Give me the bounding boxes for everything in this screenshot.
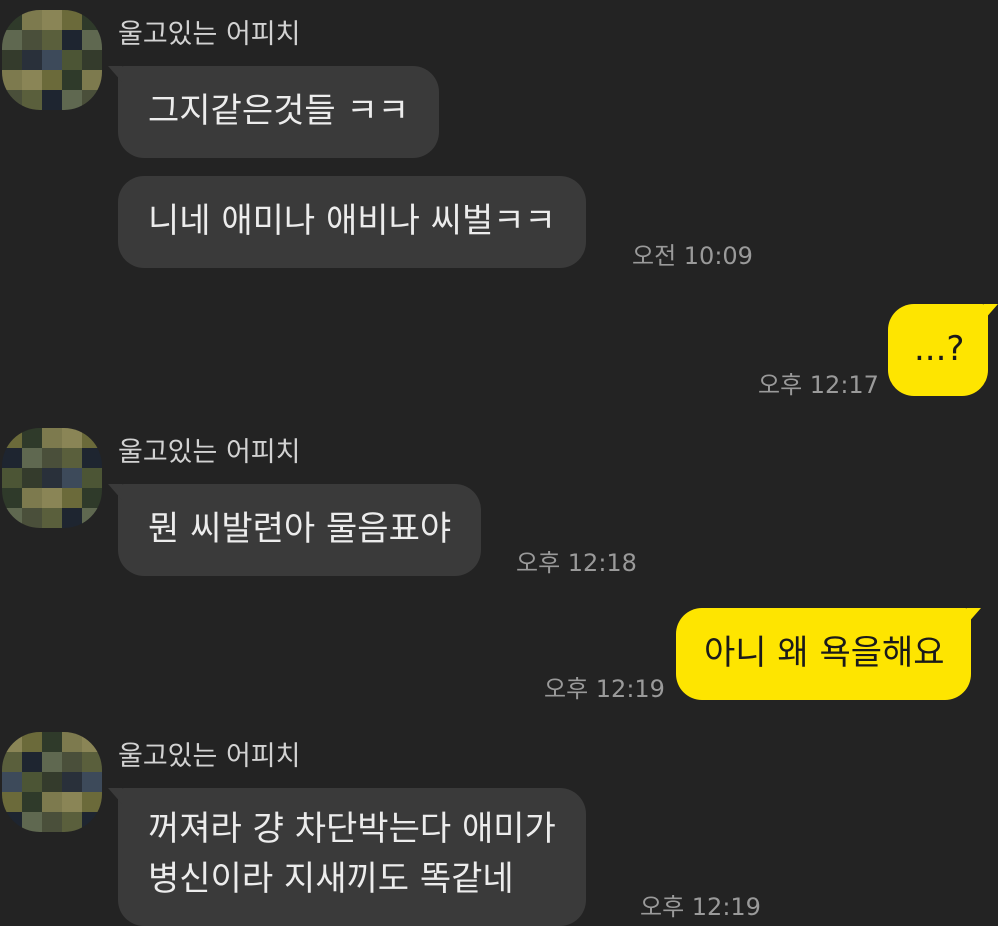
avatar-pixel — [42, 488, 62, 508]
avatar-pixel — [42, 772, 62, 792]
avatar-pixel — [22, 468, 42, 488]
avatar[interactable] — [2, 732, 102, 832]
message-bubble-outgoing[interactable]: 아니 왜 욕을해요 — [676, 608, 981, 700]
message-bubble-incoming[interactable]: 꺼져라 걍 차단박는다 애미가 병신이라 지새끼도 똑같네 — [108, 788, 586, 926]
avatar-pixel — [62, 90, 82, 110]
avatar[interactable] — [2, 10, 102, 110]
avatar-pixel — [2, 508, 22, 528]
avatar-pixel — [2, 732, 22, 752]
avatar-pixel — [82, 508, 102, 528]
avatar-pixel — [42, 70, 62, 90]
avatar-pixel — [42, 468, 62, 488]
avatar-pixel — [82, 10, 102, 30]
message-timestamp: 오후 12:17 — [758, 371, 879, 399]
avatar-pixel — [42, 752, 62, 772]
avatar-pixel — [62, 488, 82, 508]
avatar-pixel — [82, 732, 102, 752]
avatar-pixel — [42, 50, 62, 70]
avatar-pixel — [62, 752, 82, 772]
avatar-pixel — [2, 468, 22, 488]
avatar-pixel — [42, 448, 62, 468]
avatar-pixel — [2, 70, 22, 90]
avatar-pixel — [22, 30, 42, 50]
avatar-pixel — [2, 10, 22, 30]
message-timestamp: 오후 12:19 — [640, 893, 761, 921]
message-bubble-incoming[interactable]: 니네 애미나 애비나 씨벌ㅋㅋ — [118, 176, 586, 268]
message-line: 병신이라 지새끼도 똑같네 — [148, 859, 514, 899]
sender-name: 울고있는 어피치 — [118, 741, 301, 772]
avatar-pixel — [82, 70, 102, 90]
avatar-pixel — [2, 50, 22, 70]
avatar-pixel — [2, 488, 22, 508]
avatar-pixel — [62, 10, 82, 30]
avatar-pixel — [62, 772, 82, 792]
avatar-pixel — [82, 752, 102, 772]
avatar-pixel — [62, 428, 82, 448]
avatar-pixel — [62, 792, 82, 812]
avatar-pixel — [2, 772, 22, 792]
avatar-pixel — [82, 428, 102, 448]
avatar-pixel — [82, 90, 102, 110]
avatar-pixel — [22, 792, 42, 812]
avatar-pixel — [2, 812, 22, 832]
message-timestamp: 오후 12:19 — [544, 675, 665, 703]
avatar-pixel — [22, 488, 42, 508]
avatar-pixel — [82, 468, 102, 488]
avatar-pixel — [62, 70, 82, 90]
avatar-pixel — [82, 30, 102, 50]
avatar-pixel — [42, 792, 62, 812]
avatar-pixel — [62, 448, 82, 468]
avatar-pixel — [22, 448, 42, 468]
message-timestamp: 오후 12:18 — [516, 549, 637, 577]
avatar-pixel — [42, 732, 62, 752]
avatar-pixel — [22, 50, 42, 70]
avatar-pixel — [2, 448, 22, 468]
avatar-pixel — [22, 732, 42, 752]
avatar-pixel — [62, 468, 82, 488]
avatar-pixel — [42, 508, 62, 528]
avatar-pixel — [22, 428, 42, 448]
avatar-pixel — [22, 812, 42, 832]
sender-name: 울고있는 어피치 — [118, 437, 301, 468]
message-bubble-incoming[interactable]: 뭔 씨발련아 물음표야 — [107, 484, 482, 576]
message-line: 꺼져라 걍 차단박는다 애미가 — [148, 809, 556, 849]
avatar-pixel — [2, 428, 22, 448]
message-timestamp: 오전 10:09 — [632, 242, 753, 270]
avatar-pixel — [82, 488, 102, 508]
avatar-pixel — [82, 50, 102, 70]
message-bubble-outgoing[interactable]: ...? — [888, 304, 998, 396]
avatar-pixel — [82, 772, 102, 792]
avatar-pixel — [62, 508, 82, 528]
avatar-pixel — [22, 508, 42, 528]
avatar-pixel — [62, 50, 82, 70]
avatar-pixel — [82, 448, 102, 468]
avatar-pixel — [42, 90, 62, 110]
avatar-pixel — [22, 90, 42, 110]
avatar-pixel — [42, 30, 62, 50]
avatar-pixel — [2, 30, 22, 50]
avatar-pixel — [2, 792, 22, 812]
avatar-pixel — [42, 10, 62, 30]
avatar-pixel — [82, 792, 102, 812]
avatar-pixel — [2, 752, 22, 772]
avatar-pixel — [22, 70, 42, 90]
avatar-pixel — [62, 30, 82, 50]
avatar-pixel — [42, 428, 62, 448]
sender-name: 울고있는 어피치 — [118, 19, 301, 50]
avatar-pixel — [62, 812, 82, 832]
avatar-pixel — [42, 812, 62, 832]
message-bubble-incoming[interactable]: 그지같은것들 ㅋㅋ — [107, 66, 440, 158]
avatar-pixel — [22, 10, 42, 30]
avatar-pixel — [62, 732, 82, 752]
avatar[interactable] — [2, 428, 102, 528]
avatar-pixel — [82, 812, 102, 832]
avatar-pixel — [22, 752, 42, 772]
avatar-pixel — [22, 772, 42, 792]
avatar-pixel — [2, 90, 22, 110]
